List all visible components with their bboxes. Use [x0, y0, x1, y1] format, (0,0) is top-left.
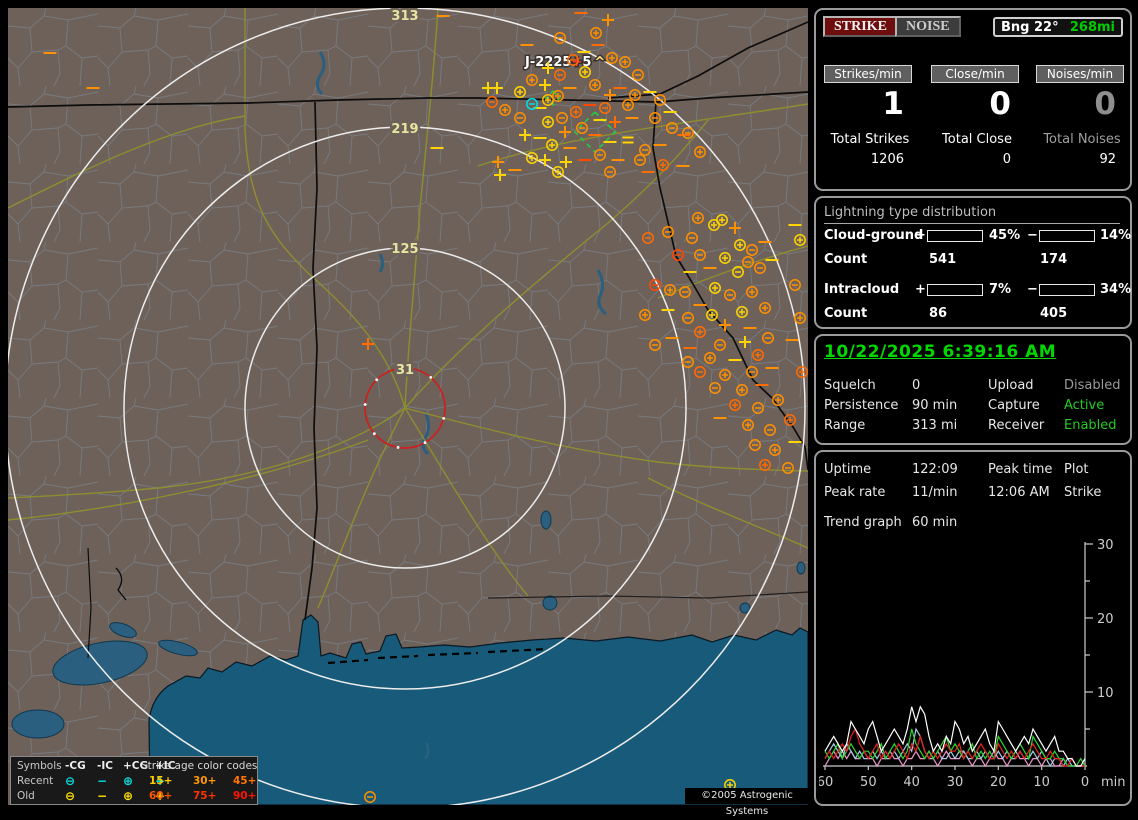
- trend-graph-label-row: Trend graph 60 min: [824, 515, 958, 530]
- strikes-per-min-value: 1: [882, 86, 904, 122]
- legend-row-old: Old ⊖ − ⊕ +60+ 75+ 90+: [17, 789, 257, 803]
- trend-chart: 30 20 10 60 50 40 30 20 10 0 min: [819, 538, 1126, 790]
- noises-per-min-label[interactable]: Noises/min: [1036, 65, 1124, 83]
- bearing-range-indicator: Bng 22° 268mi: [993, 17, 1123, 37]
- strike-mode-button[interactable]: STRIKE: [823, 16, 898, 37]
- strikes-per-min-label[interactable]: Strikes/min: [824, 65, 912, 83]
- svg-text:10: 10: [1033, 775, 1050, 790]
- distribution-heading: Lightning type distribution: [824, 205, 1120, 224]
- cloud-ground-count-row: Count 541 174: [824, 252, 1068, 267]
- svg-text:0: 0: [1081, 775, 1089, 790]
- svg-text:min: min: [1101, 775, 1126, 790]
- svg-text:30: 30: [1097, 538, 1114, 553]
- noise-mode-button[interactable]: NOISE: [895, 16, 961, 37]
- cg-plus-bar: [927, 230, 983, 242]
- total-noises-value: 92: [1099, 152, 1116, 167]
- total-noises-label: Total Noises: [1043, 132, 1121, 147]
- total-close-value: 0: [1002, 152, 1011, 167]
- legend-row-recent: Recent ⊖ − ⊕ +15+ 30+ 45+: [17, 774, 257, 788]
- svg-text:30: 30: [947, 775, 964, 790]
- status-panel: 10/22/2025 6:39:16 AM Squelch 0 Upload D…: [814, 334, 1132, 445]
- status-row: Range 313 mi Receiver Enabled: [824, 418, 1117, 433]
- ic-plus-bar: [927, 284, 983, 296]
- cloud-ground-row: Cloud-ground + 45% − 14%: [824, 228, 1132, 243]
- svg-text:219: 219: [391, 122, 418, 137]
- svg-text:313: 313: [391, 9, 418, 24]
- svg-text:40: 40: [903, 775, 920, 790]
- svg-text:50: 50: [860, 775, 877, 790]
- status-row: Squelch 0 Upload Disabled: [824, 378, 1121, 393]
- peak-rate-row: Peak rate 11/min 12:06 AM Strike: [824, 485, 1102, 500]
- receiver-status: Enabled: [1064, 418, 1117, 433]
- strike-symbol-legend: Symbols -CG -IC +CG +IC Strike age color code…: [10, 756, 258, 805]
- map-svg: 313 219 125 31 J-2225+5 ^: [8, 8, 808, 805]
- svg-text:31: 31: [396, 363, 414, 378]
- distribution-panel: Lightning type distribution Cloud-ground…: [814, 196, 1132, 329]
- trend-series-negative-ic: [824, 728, 1086, 767]
- total-strikes-value: 1206: [870, 152, 904, 167]
- range-value: 268mi: [1069, 19, 1115, 35]
- total-close-label: Total Close: [942, 132, 1012, 147]
- intracloud-row: Intracloud + 7% − 34%: [824, 282, 1132, 297]
- uptime-row: Uptime 122:09 Peak time Plot: [824, 462, 1089, 477]
- capture-status: Active: [1064, 398, 1105, 413]
- cg-minus-bar: [1039, 230, 1095, 242]
- legend-header: Symbols -CG -IC +CG +IC Strike age color code…: [17, 760, 258, 772]
- map-canvas[interactable]: 313 219 125 31 J-2225+5 ^ Symbols -CG -IC +C…: [8, 8, 809, 817]
- svg-text:10: 10: [1097, 686, 1114, 701]
- intracloud-count-row: Count 86 405: [824, 306, 1068, 321]
- trend-panel: Uptime 122:09 Peak time Plot Peak rate 1…: [814, 450, 1132, 806]
- strike-stats-panel: STRIKE NOISE Bng 22° 268mi Strikes/min C…: [814, 8, 1132, 191]
- svg-text:125: 125: [391, 242, 418, 257]
- close-per-min-value: 0: [989, 86, 1011, 122]
- copyright: ©2005 Astrogenic Systems: [685, 788, 809, 817]
- trend-series-positive-cg: [824, 727, 1085, 767]
- close-per-min-label[interactable]: Close/min: [931, 65, 1019, 83]
- trend-series-negative-cg: [824, 727, 1085, 768]
- status-row: Persistence 90 min Capture Active: [824, 398, 1105, 413]
- upload-status: Disabled: [1064, 378, 1121, 393]
- svg-text:20: 20: [990, 775, 1007, 790]
- trend-series-total-strikes: [824, 705, 1086, 767]
- datetime-display: 10/22/2025 6:39:16 AM: [824, 342, 1057, 362]
- total-strikes-label: Total Strikes: [830, 132, 910, 147]
- noises-per-min-value: 0: [1094, 86, 1116, 122]
- ic-minus-bar: [1039, 284, 1095, 296]
- svg-text:60: 60: [819, 775, 833, 790]
- bearing-value: Bng 22°: [1001, 19, 1059, 35]
- svg-text:20: 20: [1097, 612, 1114, 627]
